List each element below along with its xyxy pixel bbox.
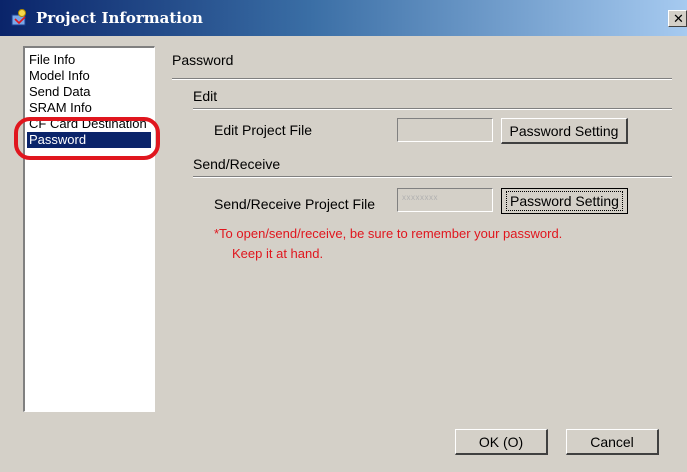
section-label-edit: Edit: [193, 88, 218, 104]
title-bar[interactable]: Project Information ✕: [0, 0, 687, 36]
project-information-dialog: Project Information ✕ File Info Model In…: [0, 0, 687, 472]
edit-password-setting-label: Password Setting: [509, 122, 619, 139]
close-icon: ✕: [673, 11, 684, 26]
sidebar-item-model-info[interactable]: Model Info: [27, 68, 151, 84]
cancel-button-label: Cancel: [590, 433, 634, 450]
send-receive-project-file-field[interactable]: xxxxxxxx: [397, 188, 493, 212]
sidebar-item-file-info[interactable]: File Info: [27, 52, 151, 68]
password-warning-line-1: *To open/send/receive, be sure to rememb…: [214, 226, 563, 241]
edit-project-file-label: Edit Project File: [214, 122, 313, 138]
password-highlight-annotation: [14, 117, 160, 160]
dialog-title: Project Information: [36, 9, 203, 27]
send-receive-project-file-label: Send/Receive Project File: [214, 196, 376, 212]
ok-button-label: OK (O): [478, 433, 524, 450]
cancel-button[interactable]: Cancel: [566, 429, 659, 455]
project-info-icon: [10, 8, 30, 28]
close-button[interactable]: ✕: [668, 10, 687, 27]
edit-project-file-field[interactable]: [397, 118, 493, 142]
edit-divider: [193, 108, 672, 110]
send-receive-divider: [193, 176, 672, 178]
category-list[interactable]: File Info Model Info Send Data SRAM Info…: [23, 46, 155, 412]
sidebar-item-sram-info[interactable]: SRAM Info: [27, 100, 151, 116]
section-label-send-receive: Send/Receive: [193, 156, 281, 172]
password-warning-line-2: Keep it at hand.: [232, 246, 324, 261]
header-divider: [172, 78, 672, 80]
send-receive-password-setting-button[interactable]: Password Setting: [501, 188, 628, 214]
section-header-password: Password: [172, 52, 234, 68]
send-receive-password-setting-label: Password Setting: [506, 191, 623, 211]
edit-password-setting-button[interactable]: Password Setting: [501, 118, 628, 144]
ok-button[interactable]: OK (O): [455, 429, 548, 455]
sidebar-item-send-data[interactable]: Send Data: [27, 84, 151, 100]
